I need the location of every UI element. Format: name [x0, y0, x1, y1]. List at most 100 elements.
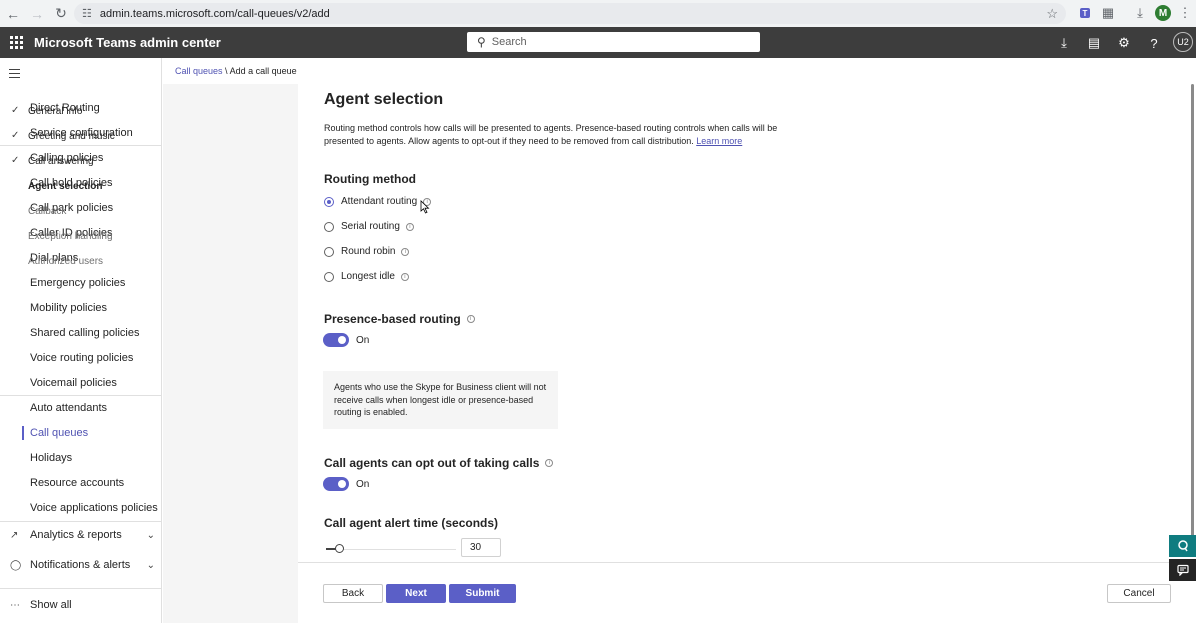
- nav-group-label: Notifications & alerts: [30, 559, 131, 571]
- nav-item-mobility-policies[interactable]: Mobility policies: [30, 302, 107, 314]
- browser-profile-avatar[interactable]: M: [1155, 5, 1171, 21]
- opt-out-title: Call agents can opt out of taking calls: [324, 456, 540, 470]
- nav-item-shared-calling-policies[interactable]: Shared calling policies: [30, 327, 139, 339]
- radio-round-robin[interactable]: Round robin i: [324, 246, 410, 257]
- checkmark-icon: ✓: [11, 155, 20, 166]
- browser-menu-icon[interactable]: ⋮: [1176, 4, 1194, 22]
- info-icon[interactable]: i: [466, 315, 475, 323]
- nav-item-auto-attendants[interactable]: Auto attendants: [30, 402, 107, 414]
- radio-button[interactable]: [324, 271, 334, 282]
- info-icon[interactable]: i: [400, 272, 409, 281]
- opt-out-toggle[interactable]: [323, 477, 349, 491]
- nav-divider: [0, 521, 162, 522]
- back-arrow-icon[interactable]: ←: [2, 3, 24, 25]
- search-icon: ⚲: [477, 35, 486, 49]
- presence-routing-toggle[interactable]: [323, 333, 349, 347]
- browser-toolbar: ← → ↻ ☷ admin.teams.microsoft.com/call-q…: [0, 0, 1196, 27]
- site-info-icon[interactable]: ☷: [82, 7, 92, 20]
- learn-more-link[interactable]: Learn more: [696, 136, 742, 146]
- feedback-icon[interactable]: ▤: [1085, 34, 1103, 52]
- content-scrollbar[interactable]: [1191, 84, 1195, 562]
- toggle-label: On: [356, 478, 370, 490]
- alert-time-slider[interactable]: [326, 544, 456, 553]
- radio-longest-idle[interactable]: Longest idle i: [324, 271, 409, 282]
- svg-text:T: T: [1083, 9, 1088, 18]
- step-greeting-and-music[interactable]: Greeting and music: [28, 131, 115, 142]
- nav-divider: [0, 395, 162, 396]
- address-url: admin.teams.microsoft.com/call-queues/v2…: [99, 7, 330, 20]
- nav-item-voicemail-policies[interactable]: Voicemail policies: [30, 377, 117, 389]
- nav-item-emergency-policies[interactable]: Emergency policies: [30, 277, 125, 289]
- nav-item-resource-accounts[interactable]: Resource accounts: [30, 477, 124, 489]
- user-avatar[interactable]: U2: [1173, 32, 1193, 52]
- nav-group-notifications-alerts[interactable]: ◯ Notifications & alerts ⌄: [10, 559, 155, 571]
- app-launcher-icon[interactable]: [8, 35, 24, 51]
- radio-button-checked[interactable]: [324, 196, 334, 207]
- radio-label: Longest idle: [341, 271, 395, 282]
- info-icon[interactable]: i: [401, 247, 410, 256]
- forward-arrow-icon[interactable]: →: [26, 3, 48, 25]
- hamburger-menu-icon[interactable]: [9, 69, 20, 81]
- page-title: Agent selection: [324, 91, 444, 108]
- step-general-info[interactable]: General info: [28, 106, 82, 117]
- routing-method-heading: Routing method: [324, 172, 416, 186]
- presence-routing-title: Presence-based routing: [324, 312, 461, 326]
- nav-item-voice-applications-policies[interactable]: Voice applications policies: [30, 502, 158, 514]
- app-header: Microsoft Teams admin center ⚲ Search ⤓ …: [0, 27, 1196, 58]
- nav-group-analytics-reports[interactable]: ↗ Analytics & reports ⌄: [10, 529, 155, 541]
- submit-button[interactable]: Submit: [449, 584, 516, 603]
- step-agent-selection[interactable]: Agent selection: [28, 181, 102, 192]
- slider-thumb[interactable]: [335, 544, 344, 553]
- nav-item-voice-routing-policies[interactable]: Voice routing policies: [30, 352, 133, 364]
- radio-attendant-routing[interactable]: Attendant routing i: [324, 196, 432, 207]
- feedback-chat-icon[interactable]: [1169, 559, 1196, 581]
- reload-icon[interactable]: ↻: [50, 3, 72, 25]
- nav-item-holidays[interactable]: Holidays: [30, 452, 72, 464]
- info-icon[interactable]: i: [545, 459, 554, 467]
- checkmark-icon: ✓: [11, 130, 20, 141]
- radio-button[interactable]: [324, 246, 334, 257]
- app-title[interactable]: Microsoft Teams admin center: [34, 35, 221, 50]
- radio-button[interactable]: [324, 221, 334, 232]
- nav-show-all[interactable]: ⋯ Show all: [10, 599, 155, 611]
- opt-out-toggle-row[interactable]: On: [323, 477, 369, 491]
- opt-out-heading: Call agents can opt out of taking calls …: [324, 456, 554, 470]
- breadcrumb-call-queues[interactable]: Call queues: [175, 66, 223, 76]
- step-call-answering[interactable]: Call answering: [28, 156, 94, 167]
- settings-gear-icon[interactable]: ⚙: [1115, 34, 1133, 52]
- teams-extension-icon[interactable]: T: [1077, 4, 1095, 22]
- presence-routing-toggle-row[interactable]: On: [323, 333, 369, 347]
- step-exception-handling[interactable]: Exception handling: [28, 231, 113, 242]
- chart-icon: ↗: [10, 529, 19, 541]
- breadcrumb-separator: \: [225, 66, 228, 76]
- extensions-puzzle-icon[interactable]: ▦: [1099, 4, 1117, 22]
- cancel-button[interactable]: Cancel: [1107, 584, 1171, 603]
- step-callback[interactable]: Callback: [28, 206, 66, 217]
- bookmark-star-icon[interactable]: ☆: [1046, 6, 1058, 22]
- nav-divider: [0, 145, 162, 146]
- checkmark-icon: ✓: [11, 105, 20, 116]
- alert-time-input[interactable]: 30: [461, 538, 501, 557]
- help-chat-icon[interactable]: [1169, 535, 1196, 557]
- page-description: Routing method controls how calls will b…: [324, 122, 809, 148]
- radio-label: Attendant routing: [341, 196, 418, 207]
- download-icon[interactable]: ⤓: [1055, 34, 1073, 52]
- search-placeholder: Search: [491, 36, 527, 48]
- radio-serial-routing[interactable]: Serial routing i: [324, 221, 414, 232]
- breadcrumb: Call queues \ Add a call queue: [175, 66, 297, 76]
- radio-label: Round robin: [341, 246, 396, 257]
- address-bar[interactable]: ☷ admin.teams.microsoft.com/call-queues/…: [74, 3, 1066, 24]
- help-icon[interactable]: ?: [1145, 34, 1163, 52]
- next-button[interactable]: Next: [386, 584, 446, 603]
- step-authorized-users[interactable]: Authorized users: [28, 256, 103, 267]
- routing-method-title: Routing method: [324, 172, 416, 186]
- more-dots-icon: ⋯: [10, 599, 20, 611]
- search-input[interactable]: ⚲ Search: [467, 32, 760, 52]
- back-button[interactable]: Back: [323, 584, 383, 603]
- nav-item-call-queues[interactable]: Call queues: [30, 427, 88, 439]
- downloads-icon[interactable]: ⤓: [1131, 4, 1149, 22]
- chevron-down-icon: ⌄: [146, 559, 155, 571]
- wizard-steps-panel: [163, 84, 298, 623]
- info-icon[interactable]: i: [405, 222, 414, 231]
- breadcrumb-current: Add a call queue: [229, 66, 297, 76]
